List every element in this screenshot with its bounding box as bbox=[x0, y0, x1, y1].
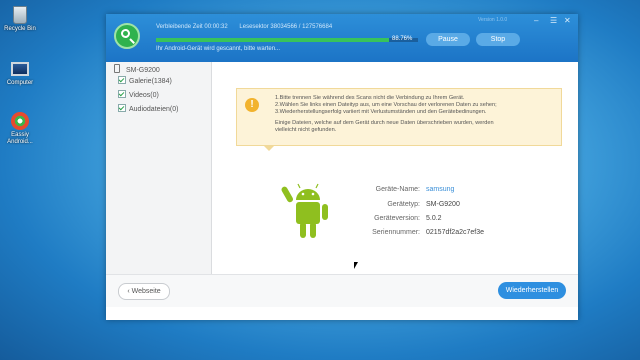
device-name-label: Geräte-Name: bbox=[375, 186, 420, 193]
checkbox[interactable] bbox=[118, 90, 126, 98]
serial-number-value: 02157df2a2c7ef3e bbox=[426, 229, 484, 236]
notice-line: 1.Bitte trennen Sie während des Scans ni… bbox=[275, 95, 465, 101]
phone-icon bbox=[114, 64, 120, 73]
device-name: SM-G9200 bbox=[125, 67, 160, 74]
website-back-label: Webseite bbox=[131, 288, 161, 295]
scan-progress-fill bbox=[156, 38, 389, 42]
device-version-label: Geräteversion: bbox=[374, 215, 420, 222]
android-robot-icon bbox=[281, 183, 328, 238]
serial-number-label: Seriennummer: bbox=[372, 229, 420, 236]
menu-icon[interactable]: ☰ bbox=[550, 16, 557, 25]
footer-bar: ‹ Webseite Wiederherstellen bbox=[106, 274, 578, 307]
desktop-icon-label: Recycle Bin bbox=[4, 26, 36, 32]
version-label: Version 1.0.0 bbox=[478, 17, 508, 23]
desktop-icon-app[interactable]: Eassiy Android... bbox=[0, 112, 40, 146]
notice-line: Einige Dateien, welche auf dem Gerät dur… bbox=[275, 120, 494, 126]
scan-logo-icon bbox=[114, 23, 140, 49]
checkbox[interactable] bbox=[118, 104, 126, 112]
scan-progress-bar bbox=[156, 38, 418, 42]
sidebar-item-audio[interactable]: Audiodateien(0) bbox=[118, 103, 178, 117]
restore-button[interactable]: Wiederherstellen bbox=[498, 282, 566, 299]
desktop-icon-computer[interactable]: Computer bbox=[0, 60, 40, 87]
info-icon: ! bbox=[245, 98, 259, 112]
app-icon bbox=[11, 112, 29, 130]
scan-status: Ihr Android-Gerät wird gescannt, bitte w… bbox=[156, 46, 281, 52]
progress-percent: 88.76% bbox=[392, 36, 413, 42]
remaining-time: Verbleibende Zeit 00:00:32 bbox=[156, 24, 228, 30]
pause-button[interactable]: Pause bbox=[426, 33, 470, 46]
sidebar-item-label: Audiodateien(0) bbox=[129, 106, 179, 113]
device-version-value: 5.0.2 bbox=[426, 215, 442, 222]
device-type-label: Gerätetyp: bbox=[387, 201, 420, 208]
stop-button[interactable]: Stop bbox=[476, 33, 520, 46]
sidebar-item-videos[interactable]: Videos(0) bbox=[118, 89, 159, 103]
device-name-value: samsung bbox=[426, 186, 455, 193]
website-back-button[interactable]: ‹ Webseite bbox=[118, 283, 170, 300]
sidebar-item-label: Galerie(1384) bbox=[129, 78, 172, 85]
desktop-icon-recycle-bin[interactable]: Recycle Bin bbox=[0, 6, 40, 33]
notice-line: 3.Wiederherstellungserfolg variiert mit … bbox=[275, 109, 487, 115]
close-icon[interactable]: ✕ bbox=[564, 16, 571, 25]
scan-info: Verbleibende Zeit 00:00:32 Lesesektor 38… bbox=[156, 24, 342, 30]
minimize-icon[interactable]: – bbox=[534, 16, 538, 25]
sidebar-item-label: Videos(0) bbox=[129, 92, 159, 99]
read-sector: Lesesektor 38034566 / 127576684 bbox=[239, 24, 333, 30]
mouse-cursor-icon bbox=[354, 262, 358, 269]
desktop-icon-label: Eassiy Android... bbox=[7, 132, 33, 145]
checkbox[interactable] bbox=[118, 76, 126, 84]
header-bar: Verbleibende Zeit 00:00:32 Lesesektor 38… bbox=[106, 14, 578, 62]
info-notice: ! 1.Bitte trennen Sie während des Scans … bbox=[236, 88, 562, 151]
computer-icon bbox=[11, 62, 29, 76]
recycle-bin-icon bbox=[13, 6, 27, 24]
notice-line: 2.Wählen Sie links einen Dateityp aus, u… bbox=[275, 102, 497, 108]
device-type-value: SM-G9200 bbox=[426, 201, 460, 208]
sidebar-item-gallery[interactable]: Galerie(1384) bbox=[118, 75, 172, 89]
desktop-icon-label: Computer bbox=[6, 80, 34, 86]
notice-line: vielleicht nicht gefunden. bbox=[275, 127, 337, 133]
